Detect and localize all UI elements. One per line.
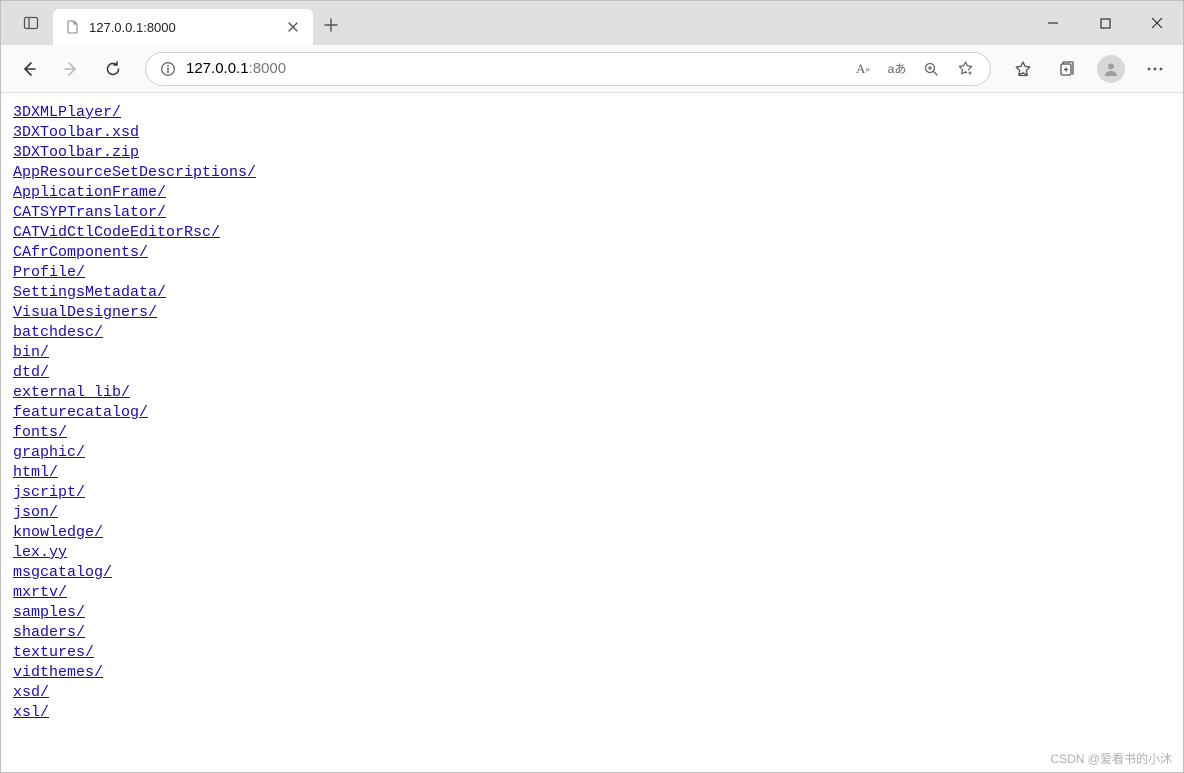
refresh-button[interactable] <box>93 49 133 89</box>
directory-link[interactable]: json/ <box>13 504 58 521</box>
site-info-icon[interactable] <box>160 61 176 77</box>
maximize-button[interactable] <box>1079 1 1131 45</box>
forward-button[interactable] <box>51 49 91 89</box>
translate-icon[interactable]: aあ <box>886 58 908 80</box>
directory-link[interactable]: dtd/ <box>13 364 49 381</box>
directory-link[interactable]: Profile/ <box>13 264 85 281</box>
list-item: Profile/ <box>13 263 1171 283</box>
directory-link[interactable]: featurecatalog/ <box>13 404 148 421</box>
directory-link[interactable]: knowledge/ <box>13 524 103 541</box>
directory-link[interactable]: mxrtv/ <box>13 584 67 601</box>
directory-link[interactable]: batchdesc/ <box>13 324 103 341</box>
tab-strip: 127.0.0.1:8000 <box>1 1 349 45</box>
directory-link[interactable]: 3DXToolbar.xsd <box>13 124 139 141</box>
directory-link[interactable]: xsd/ <box>13 684 49 701</box>
directory-link[interactable]: lex.yy <box>13 544 67 561</box>
address-bar[interactable]: 127.0.0.1:8000 A» aあ <box>145 52 991 86</box>
directory-link[interactable]: xsl/ <box>13 704 49 721</box>
tab-title: 127.0.0.1:8000 <box>89 20 275 35</box>
avatar-icon <box>1097 55 1125 83</box>
url-text: 127.0.0.1:8000 <box>186 60 286 77</box>
tab-close-button[interactable] <box>283 17 303 37</box>
directory-link[interactable]: msgcatalog/ <box>13 564 112 581</box>
directory-link[interactable]: fonts/ <box>13 424 67 441</box>
list-item: vidthemes/ <box>13 663 1171 683</box>
read-aloud-icon[interactable]: A» <box>852 58 874 80</box>
browser-window: 127.0.0.1:8000 <box>0 0 1184 773</box>
directory-link[interactable]: graphic/ <box>13 444 85 461</box>
list-item: 3DXMLPlayer/ <box>13 103 1171 123</box>
directory-link[interactable]: textures/ <box>13 644 94 661</box>
list-item: batchdesc/ <box>13 323 1171 343</box>
directory-listing: 3DXMLPlayer/3DXToolbar.xsd 3DXToolbar.zip… <box>13 103 1171 723</box>
list-item: lex.yy <box>13 543 1171 563</box>
toolbar: 127.0.0.1:8000 A» aあ <box>1 45 1183 93</box>
page-favicon-icon <box>65 19 81 35</box>
directory-link[interactable]: samples/ <box>13 604 85 621</box>
window-controls <box>1027 1 1183 45</box>
directory-link[interactable]: VisualDesigners/ <box>13 304 157 321</box>
list-item: knowledge/ <box>13 523 1171 543</box>
list-item: 3DXToolbar.xsd <box>13 123 1171 143</box>
directory-link[interactable]: AppResourceSetDescriptions/ <box>13 164 256 181</box>
directory-link[interactable]: shaders/ <box>13 624 85 641</box>
favorites-button[interactable] <box>1003 49 1043 89</box>
directory-link[interactable]: vidthemes/ <box>13 664 103 681</box>
minimize-button[interactable] <box>1027 1 1079 45</box>
directory-link[interactable]: html/ <box>13 464 58 481</box>
menu-button[interactable] <box>1135 49 1175 89</box>
list-item: CATSYPTranslator/ <box>13 203 1171 223</box>
add-favorite-icon[interactable] <box>954 58 976 80</box>
address-bar-actions: A» aあ <box>852 58 976 80</box>
list-item: fonts/ <box>13 423 1171 443</box>
list-item: 3DXToolbar.zip <box>13 143 1171 163</box>
directory-link[interactable]: CATSYPTranslator/ <box>13 204 166 221</box>
list-item: graphic/ <box>13 443 1171 463</box>
collections-button[interactable] <box>1047 49 1087 89</box>
list-item: CAfrComponents/ <box>13 243 1171 263</box>
watermark-text: CSDN @爱看书的小沐 <box>1050 750 1172 767</box>
tab-actions-icon[interactable] <box>9 1 53 45</box>
list-item: ApplicationFrame/ <box>13 183 1171 203</box>
list-item: dtd/ <box>13 363 1171 383</box>
directory-link[interactable]: bin/ <box>13 344 49 361</box>
list-item: bin/ <box>13 343 1171 363</box>
directory-link[interactable]: external_lib/ <box>13 384 130 401</box>
list-item: external_lib/ <box>13 383 1171 403</box>
directory-link[interactable]: jscript/ <box>13 484 85 501</box>
list-item: shaders/ <box>13 623 1171 643</box>
new-tab-button[interactable] <box>313 7 349 43</box>
close-window-button[interactable] <box>1131 1 1183 45</box>
directory-link[interactable]: 3DXMLPlayer/ <box>13 104 121 121</box>
list-item: AppResourceSetDescriptions/ <box>13 163 1171 183</box>
page-content: 3DXMLPlayer/3DXToolbar.xsd 3DXToolbar.zip… <box>1 93 1183 772</box>
list-item: samples/ <box>13 603 1171 623</box>
list-item: jscript/ <box>13 483 1171 503</box>
list-item: textures/ <box>13 643 1171 663</box>
directory-link[interactable]: CAfrComponents/ <box>13 244 148 261</box>
profile-button[interactable] <box>1091 49 1131 89</box>
toolbar-right <box>1003 49 1175 89</box>
list-item: SettingsMetadata/ <box>13 283 1171 303</box>
list-item: json/ <box>13 503 1171 523</box>
list-item: featurecatalog/ <box>13 403 1171 423</box>
list-item: VisualDesigners/ <box>13 303 1171 323</box>
list-item: CATVidCtlCodeEditorRsc/ <box>13 223 1171 243</box>
zoom-icon[interactable] <box>920 58 942 80</box>
list-item: mxrtv/ <box>13 583 1171 603</box>
directory-link[interactable]: SettingsMetadata/ <box>13 284 166 301</box>
url-port: :8000 <box>249 60 287 77</box>
titlebar: 127.0.0.1:8000 <box>1 1 1183 45</box>
browser-tab-active[interactable]: 127.0.0.1:8000 <box>53 9 313 45</box>
directory-link[interactable]: CATVidCtlCodeEditorRsc/ <box>13 224 220 241</box>
url-host: 127.0.0.1 <box>186 60 249 77</box>
list-item: xsd/ <box>13 683 1171 703</box>
directory-link[interactable]: ApplicationFrame/ <box>13 184 166 201</box>
directory-link[interactable]: 3DXToolbar.zip <box>13 144 139 161</box>
list-item: html/ <box>13 463 1171 483</box>
back-button[interactable] <box>9 49 49 89</box>
list-item: xsl/ <box>13 703 1171 723</box>
list-item: msgcatalog/ <box>13 563 1171 583</box>
